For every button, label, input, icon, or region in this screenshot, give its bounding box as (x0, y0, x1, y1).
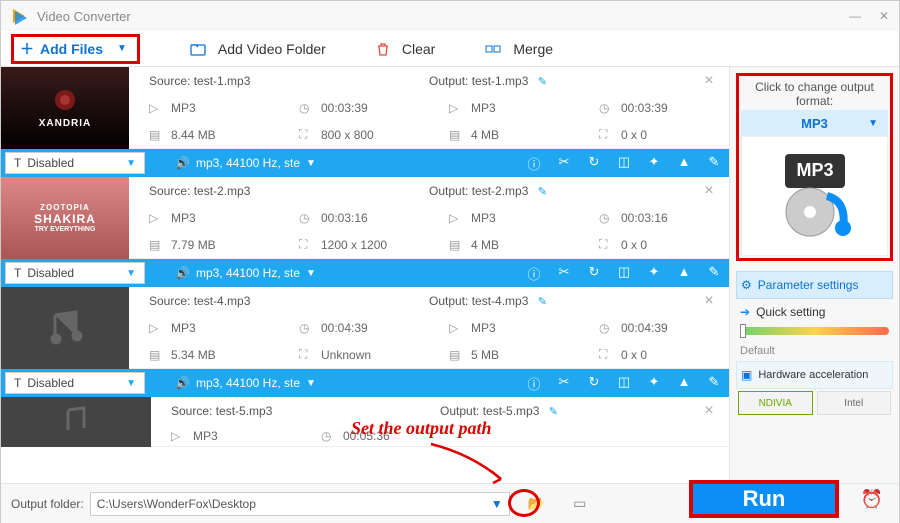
format-preview-icon: MP3 (741, 136, 888, 256)
merge-button[interactable]: Merge (485, 41, 553, 57)
close-button[interactable]: ✕ (879, 9, 889, 23)
item-action-bar: TDisabled▼ 🔊mp3, 44100 Hz, ste▼ ⓘ✂↻◫✦▲✎ (1, 259, 729, 287)
video-icon: ▷ (149, 101, 163, 115)
output-folder-input[interactable]: C:\Users\WonderFox\Desktop ▼ (90, 492, 510, 516)
folder-plus-icon (190, 42, 212, 56)
quality-slider[interactable] (740, 327, 889, 335)
edit-icon[interactable]: ✎ (549, 406, 558, 418)
thumbnail[interactable]: ZOOTOPIA SHAKIRA TRY EVERYTHING (1, 177, 129, 259)
storage-icon: ▤ (149, 128, 163, 142)
main-toolbar: ＋ Add Files ▼ Add Video Folder Clear Mer… (1, 31, 899, 67)
trash-icon (376, 42, 396, 56)
cut-icon[interactable]: ✂ (549, 154, 579, 173)
quick-setting-button[interactable]: ➔Quick setting (736, 299, 893, 325)
title-bar: Video Converter — ✕ (1, 1, 899, 31)
storage-icon: ▤ (449, 128, 463, 142)
file-list: XANDRIA Source: test-1.mp3 Output: test-… (1, 67, 729, 483)
alarm-icon[interactable]: ⏰ (861, 489, 883, 510)
list-item: Source: test-5.mp3 Output: test-5.mp3 ✎ … (1, 397, 729, 447)
nvidia-chip[interactable]: NDIVIA (738, 391, 813, 415)
sliders-icon: ⚙ (741, 278, 752, 292)
effects-icon[interactable]: ✦ (639, 154, 669, 173)
item-action-bar: TDisabled▼ 🔊mp3, 44100 Hz, ste▼ ⓘ ✂ ↻ ◫ … (1, 149, 729, 177)
open-folder-icon[interactable]: 📂 (528, 495, 545, 512)
subtitle-track-dropdown[interactable]: TDisabled▼ (5, 152, 145, 174)
thumbnail[interactable]: XANDRIA (1, 67, 129, 149)
chevron-down-icon: ▼ (117, 43, 127, 54)
remove-item-button[interactable]: × (689, 182, 729, 200)
chevron-down-icon[interactable]: ▼ (491, 497, 503, 511)
remove-item-button[interactable]: × (689, 402, 729, 420)
output-folder-label: Output folder: (11, 497, 84, 511)
remove-item-button[interactable]: × (689, 72, 729, 90)
remove-item-button[interactable]: × (689, 292, 729, 310)
hardware-accel-button[interactable]: ▣Hardware acceleration (736, 361, 893, 389)
add-folder-button[interactable]: Add Video Folder (190, 41, 326, 57)
crop-icon[interactable]: ◫ (609, 154, 639, 173)
output-format-label: Click to change output format: (741, 78, 888, 110)
subtitle-track-dropdown[interactable]: TDisabled▼ (5, 372, 145, 394)
audio-track-dropdown[interactable]: 🔊mp3, 44100 Hz, ste▼ (175, 376, 316, 390)
arrow-right-icon: ➔ (740, 305, 750, 319)
add-files-button[interactable]: ＋ Add Files ▼ (11, 34, 140, 64)
thumbnail[interactable] (1, 397, 151, 447)
slider-default-label: Default (736, 341, 893, 361)
window-title: Video Converter (37, 9, 131, 24)
merge-icon (485, 42, 507, 56)
clock-icon: ◷ (599, 101, 613, 115)
svg-text:MP3: MP3 (796, 160, 833, 180)
edit-icon[interactable]: ✎ (538, 76, 547, 88)
clear-button[interactable]: Clear (376, 41, 435, 57)
rotate-icon[interactable]: ↻ (579, 154, 609, 173)
plus-icon: ＋ (20, 39, 34, 59)
run-button[interactable]: Run (689, 480, 839, 518)
list-item: XANDRIA Source: test-1.mp3 Output: test-… (1, 67, 729, 149)
edit-icon[interactable]: ✎ (538, 186, 547, 198)
chip-icon: ▣ (741, 368, 752, 382)
app-logo-icon (11, 7, 29, 25)
info-icon[interactable]: ⓘ (519, 154, 549, 173)
folder-icon[interactable]: ▭ (573, 495, 586, 512)
audio-track-dropdown[interactable]: 🔊mp3, 44100 Hz, ste▼ (175, 156, 316, 170)
output-format-dropdown[interactable]: MP3▼ (741, 110, 888, 136)
clock-icon: ◷ (299, 101, 313, 115)
dimensions-icon: ⛶ (599, 127, 613, 142)
thumbnail[interactable] (1, 287, 129, 369)
list-item: Source: test-4.mp3 Output: test-4.mp3 ✎ … (1, 287, 729, 369)
list-item: ZOOTOPIA SHAKIRA TRY EVERYTHING Source: … (1, 177, 729, 259)
chevron-down-icon: ▼ (868, 118, 878, 129)
edit-icon[interactable]: ✎ (538, 296, 547, 308)
edit-all-icon[interactable]: ✎ (699, 154, 729, 173)
dimensions-icon: ⛶ (299, 127, 313, 142)
item-action-bar: TDisabled▼ 🔊mp3, 44100 Hz, ste▼ ⓘ✂↻◫✦▲✎ (1, 369, 729, 397)
minimize-button[interactable]: — (849, 9, 861, 23)
parameter-settings-button[interactable]: ⚙Parameter settings (736, 271, 893, 299)
audio-track-dropdown[interactable]: 🔊mp3, 44100 Hz, ste▼ (175, 266, 316, 280)
video-icon: ▷ (449, 101, 463, 115)
right-panel: Click to change output format: MP3▼ MP3 … (729, 67, 899, 483)
subtitle-track-dropdown[interactable]: TDisabled▼ (5, 262, 145, 284)
watermark-icon[interactable]: ▲ (669, 154, 699, 173)
intel-chip[interactable]: Intel (817, 391, 892, 415)
speaker-icon: 🔊 (175, 156, 190, 170)
